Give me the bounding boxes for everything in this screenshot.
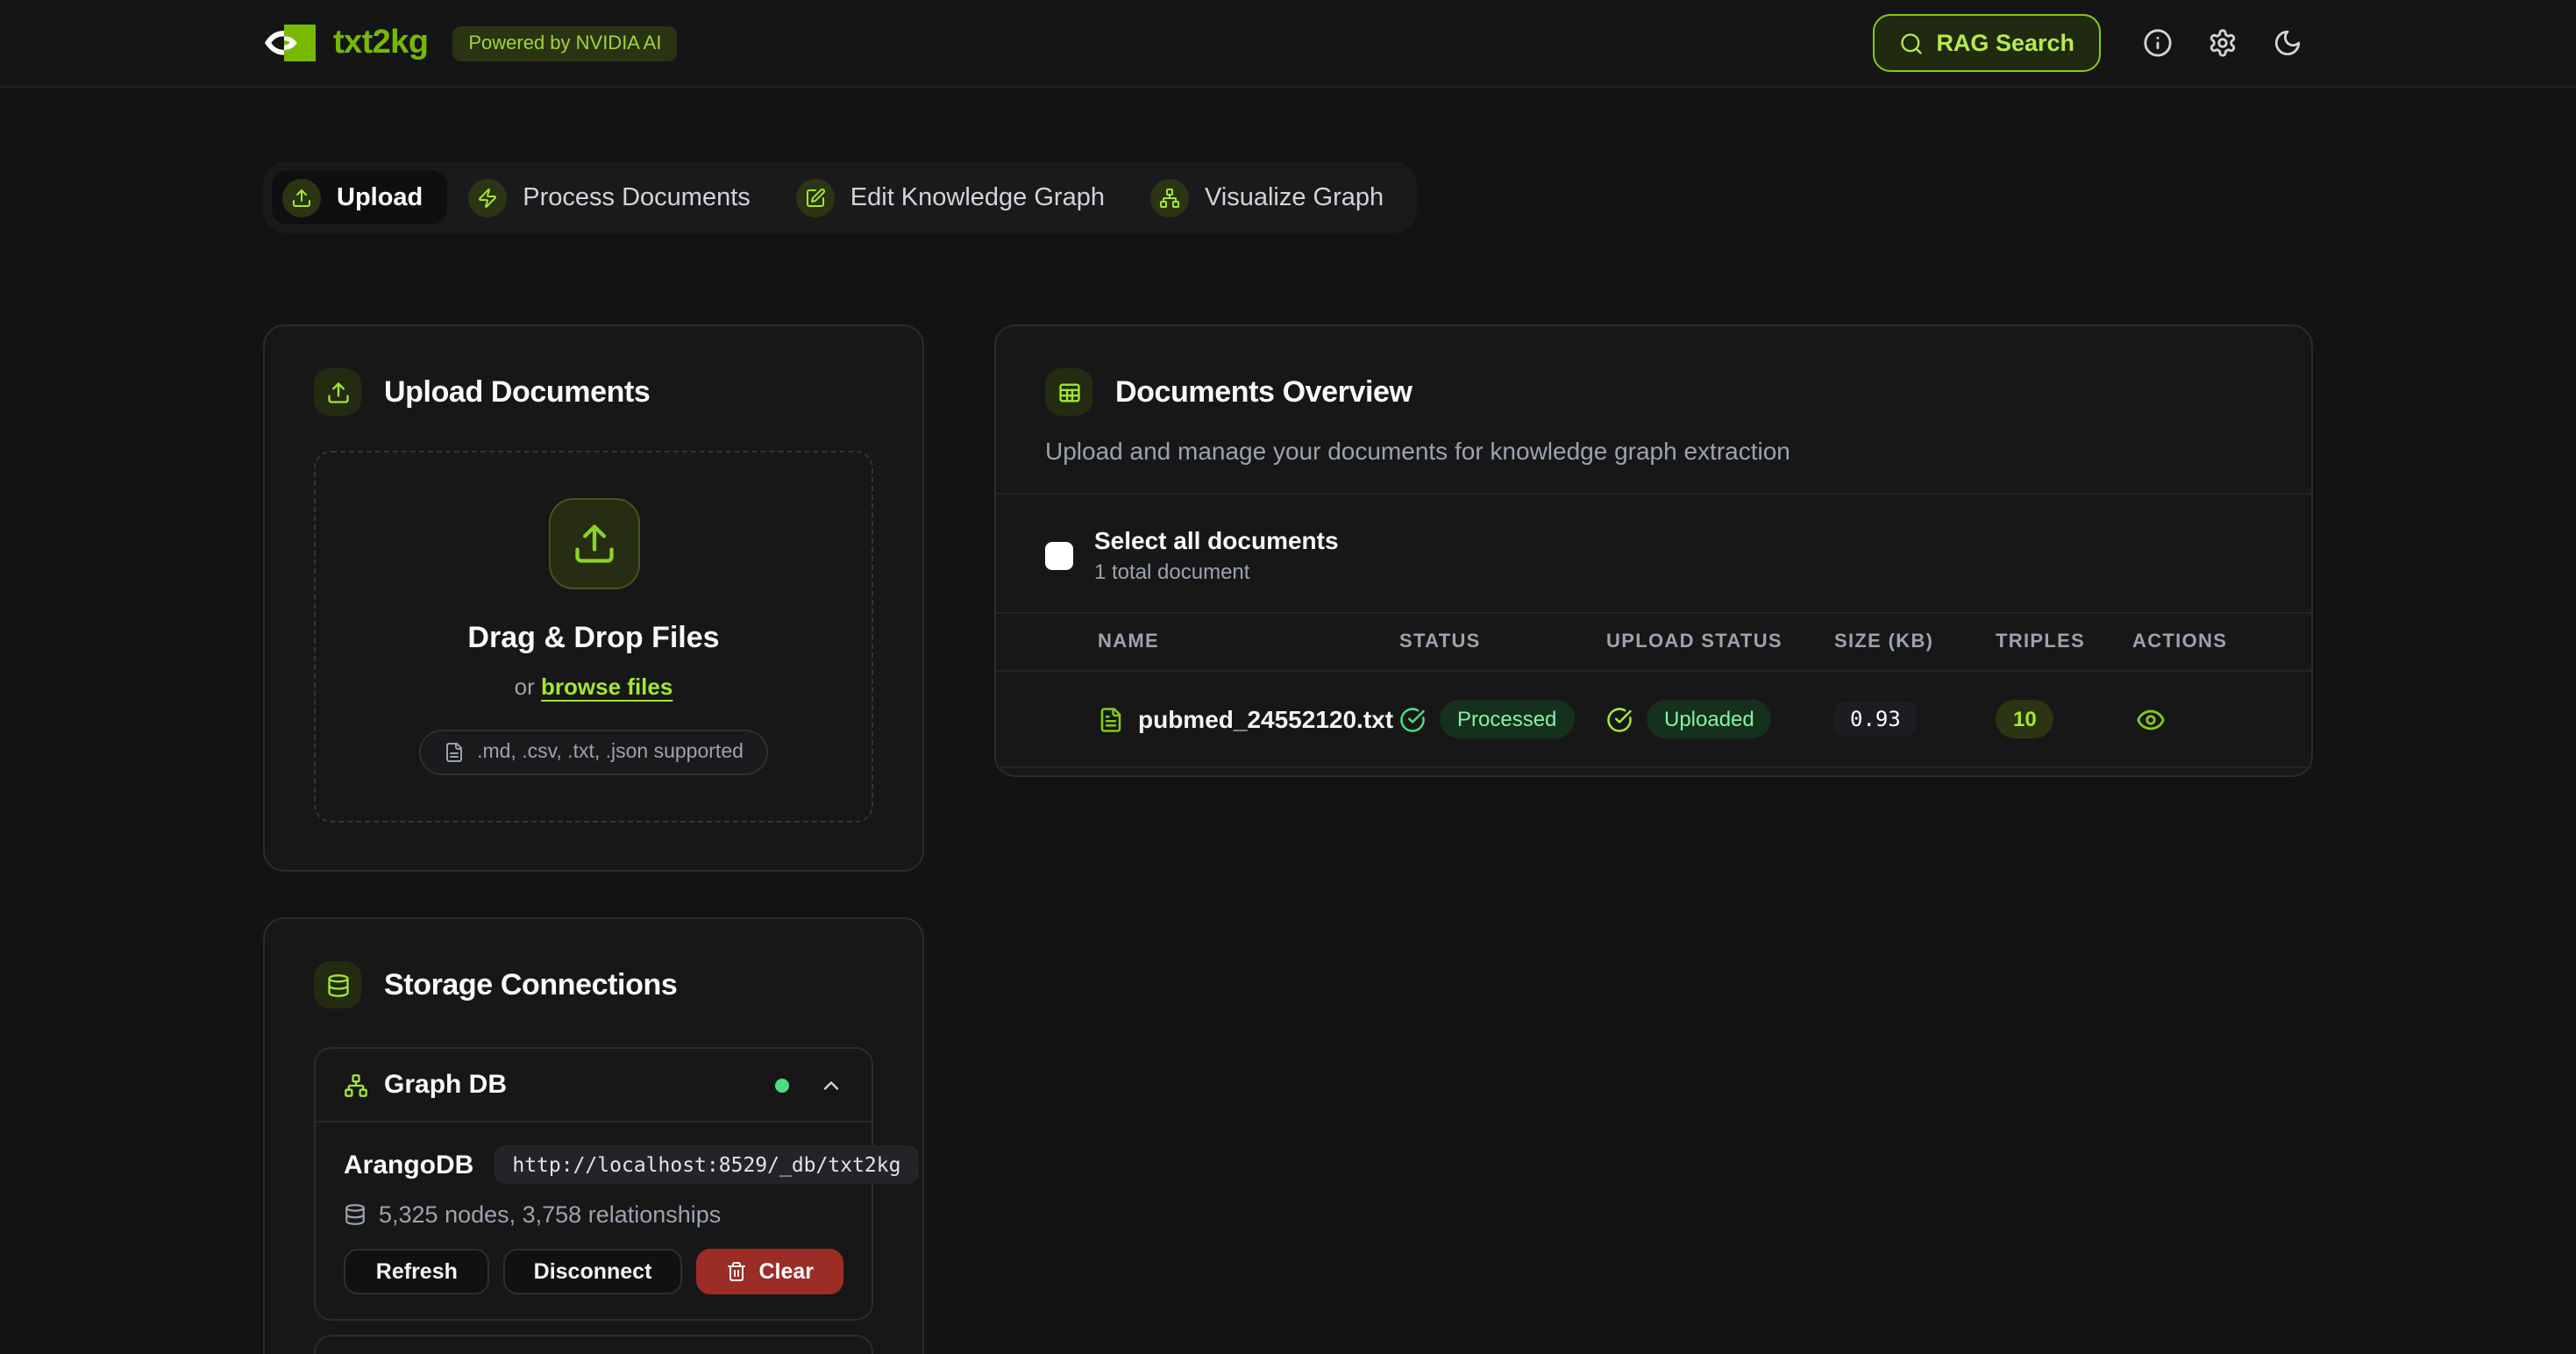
col-header-triples: TRIPLES xyxy=(1996,631,2132,652)
database-icon xyxy=(314,961,361,1008)
info-button[interactable] xyxy=(2136,21,2180,65)
view-document-button[interactable] xyxy=(2132,701,2169,738)
dropzone-title: Drag & Drop Files xyxy=(467,621,719,656)
table-header-row: NAME STATUS UPLOAD STATUS SIZE (KB) TRIP… xyxy=(996,612,2311,672)
network-icon xyxy=(344,1073,368,1097)
select-all-label: Select all documents xyxy=(1094,526,1339,554)
network-icon xyxy=(1150,178,1189,217)
left-column: Upload Documents Drag & Drop Files or br… xyxy=(263,324,924,1354)
select-all-row: Select all documents 1 total document xyxy=(1045,526,2262,584)
app-title: txt2kg xyxy=(333,24,428,62)
gear-icon xyxy=(2208,28,2238,58)
graph-db-label: Graph DB xyxy=(384,1070,507,1100)
database-icon xyxy=(344,1203,366,1226)
documents-overview-panel: Documents Overview Upload and manage you… xyxy=(994,324,2313,777)
vector-db-toggle[interactable]: Vector DB xyxy=(316,1336,872,1354)
upload-panel-title: Upload Documents xyxy=(384,374,650,410)
storage-panel-header: Storage Connections xyxy=(314,961,873,1008)
col-header-name: NAME xyxy=(1098,631,1399,652)
file-text-icon xyxy=(1098,706,1124,732)
zap-icon xyxy=(468,178,507,217)
triples-badge: 10 xyxy=(1996,700,2054,738)
col-header-upload-status: UPLOAD STATUS xyxy=(1606,631,1834,652)
disconnect-button[interactable]: Disconnect xyxy=(504,1249,682,1294)
select-all-checkbox[interactable] xyxy=(1045,541,1073,569)
col-header-status: STATUS xyxy=(1399,631,1606,652)
tab-process-documents[interactable]: Process Documents xyxy=(458,170,775,224)
eye-icon xyxy=(2136,704,2166,734)
upload-icon xyxy=(282,178,321,217)
graph-db-provider: ArangoDB xyxy=(344,1150,473,1179)
file-dropzone[interactable]: Drag & Drop Files or browse files .md, .… xyxy=(314,451,873,823)
tab-upload[interactable]: Upload xyxy=(272,170,447,224)
trash-icon xyxy=(725,1261,746,1282)
status-badge: Processed xyxy=(1440,700,1574,738)
tab-visualize-graph[interactable]: Visualize Graph xyxy=(1140,170,1408,224)
upload-status-badge: Uploaded xyxy=(1647,700,1772,738)
moon-icon xyxy=(2273,28,2302,58)
document-name: pubmed_24552120.txt xyxy=(1138,705,1393,733)
storage-connections-panel: Storage Connections Graph DB xyxy=(263,917,924,1354)
top-nav: txt2kg Powered by NVIDIA AI RAG Search xyxy=(0,0,2576,88)
clear-button[interactable]: Clear xyxy=(695,1249,843,1294)
info-icon xyxy=(2143,28,2173,58)
documents-table: NAME STATUS UPLOAD STATUS SIZE (KB) TRIP… xyxy=(996,612,2311,768)
app-root: txt2kg Powered by NVIDIA AI RAG Search xyxy=(0,0,2576,1354)
storage-panel-title: Storage Connections xyxy=(384,967,677,1002)
divider xyxy=(996,493,2311,495)
documents-panel-header: Documents Overview xyxy=(1045,368,2262,416)
graph-db-stats: 5,325 nodes, 3,758 relationships xyxy=(344,1201,843,1228)
check-circle-icon xyxy=(1399,706,1426,732)
theme-toggle-button[interactable] xyxy=(2266,21,2309,65)
browse-files-link[interactable]: browse files xyxy=(541,673,672,700)
graph-db-section: Graph DB ArangoDB http://localhost:8529/… xyxy=(314,1047,873,1321)
main-content: Upload Documents Drag & Drop Files or br… xyxy=(263,324,2313,1354)
col-header-size: SIZE (KB) xyxy=(1834,631,1996,652)
table-row: pubmed_24552120.txt Processed xyxy=(996,672,2311,768)
upload-documents-panel: Upload Documents Drag & Drop Files or br… xyxy=(263,324,924,872)
edit-icon xyxy=(796,178,835,217)
top-nav-actions: RAG Search xyxy=(1873,14,2309,72)
upload-icon xyxy=(314,368,361,416)
documents-panel-subtitle: Upload and manage your documents for kno… xyxy=(1045,437,2262,465)
tab-edit-knowledge-graph[interactable]: Edit Knowledge Graph xyxy=(786,170,1129,224)
supported-formats-badge: .md, .csv, .txt, .json supported xyxy=(419,730,768,775)
powered-badge: Powered by NVIDIA AI xyxy=(452,25,677,61)
chevron-up-icon xyxy=(819,1073,843,1097)
right-column: Documents Overview Upload and manage you… xyxy=(994,324,2313,777)
dropzone-subtext: or browse files xyxy=(515,673,673,700)
refresh-button[interactable]: Refresh xyxy=(344,1249,490,1294)
graph-db-toggle[interactable]: Graph DB xyxy=(316,1049,872,1122)
main-tabs: Upload Process Documents Edit Knowledge … xyxy=(263,161,1417,233)
brand: txt2kg Powered by NVIDIA AI xyxy=(263,24,677,62)
settings-button[interactable] xyxy=(2201,21,2245,65)
document-count: 1 total document xyxy=(1094,559,1339,584)
upload-icon xyxy=(548,498,639,589)
graph-db-url: http://localhost:8529/_db/txt2kg xyxy=(495,1145,918,1184)
connected-status-dot xyxy=(775,1078,789,1092)
col-header-actions: ACTIONS xyxy=(2132,631,2311,652)
vector-db-section: Vector DB xyxy=(314,1335,873,1354)
documents-panel-title: Documents Overview xyxy=(1115,374,1413,410)
size-value: 0.93 xyxy=(1834,702,1917,737)
table-icon xyxy=(1045,368,1092,416)
rag-search-button[interactable]: RAG Search xyxy=(1873,14,2101,72)
check-circle-icon xyxy=(1606,706,1633,732)
file-icon xyxy=(444,742,465,763)
nvidia-logo-icon xyxy=(263,25,316,61)
upload-panel-header: Upload Documents xyxy=(314,368,873,416)
search-icon xyxy=(1899,31,1924,55)
graph-db-details: ArangoDB http://localhost:8529/_db/txt2k… xyxy=(316,1122,872,1319)
